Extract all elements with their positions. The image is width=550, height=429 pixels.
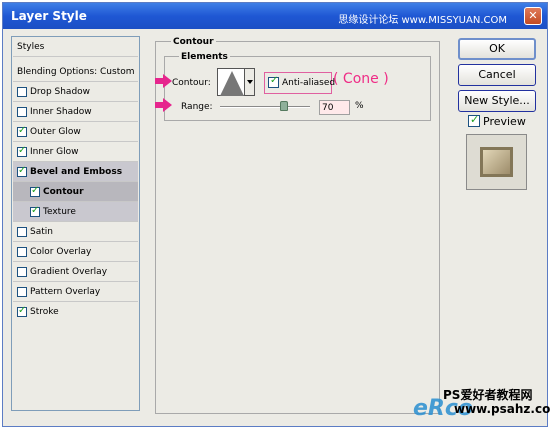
contour-label: Contour: bbox=[172, 78, 211, 88]
title-bar[interactable]: Layer Style 思缘设计论坛 www.MISSYUAN.COM ✕ bbox=[3, 3, 547, 29]
watermark-line1: PS爱好者教程网 bbox=[443, 388, 533, 402]
pattern-overlay-checkbox[interactable] bbox=[17, 287, 27, 297]
list-item-satin[interactable]: Satin bbox=[13, 222, 138, 242]
range-slider-track[interactable] bbox=[220, 106, 310, 108]
list-item-gradient-overlay[interactable]: Gradient Overlay bbox=[13, 262, 138, 282]
cone-contour-icon bbox=[220, 71, 244, 96]
list-item-label: Stroke bbox=[30, 307, 59, 317]
range-input[interactable] bbox=[319, 100, 350, 115]
anti-aliased-label: Anti-aliased bbox=[282, 78, 336, 88]
list-item-contour[interactable]: Contour bbox=[13, 182, 138, 202]
watermark-line2: www.psahz.com bbox=[454, 402, 550, 416]
list-item-styles[interactable]: Styles bbox=[13, 37, 138, 57]
contour-group-title: Contour bbox=[171, 37, 216, 47]
list-item-label: Color Overlay bbox=[30, 247, 92, 257]
list-item-blending-options[interactable]: Blending Options: Custom bbox=[13, 62, 138, 82]
preview-checkbox[interactable] bbox=[468, 113, 480, 127]
inner-glow-checkbox[interactable] bbox=[17, 145, 27, 157]
arrow-icon bbox=[155, 98, 172, 112]
list-item-label: Bevel and Emboss bbox=[30, 167, 123, 177]
list-item-label: Texture bbox=[43, 207, 76, 217]
list-item-label: Satin bbox=[30, 227, 53, 237]
satin-checkbox[interactable] bbox=[17, 227, 27, 237]
list-item-label: Pattern Overlay bbox=[30, 287, 101, 297]
gradient-overlay-checkbox[interactable] bbox=[17, 267, 27, 277]
list-item-label: Inner Shadow bbox=[30, 107, 92, 117]
list-item-bevel-and-emboss[interactable]: Bevel and Emboss bbox=[13, 162, 138, 182]
drop-shadow-checkbox[interactable] bbox=[17, 87, 27, 97]
ok-button[interactable]: OK bbox=[458, 38, 536, 60]
new-style-button[interactable]: New Style... bbox=[458, 90, 536, 112]
style-preview-thumbnail bbox=[466, 134, 527, 190]
stroke-checkbox[interactable] bbox=[17, 305, 27, 317]
inner-shadow-checkbox[interactable] bbox=[17, 107, 27, 117]
list-item-label: Outer Glow bbox=[30, 127, 81, 137]
list-item-label: Contour bbox=[43, 187, 84, 197]
color-overlay-checkbox[interactable] bbox=[17, 247, 27, 257]
styles-list: Styles Blending Options: Custom Drop Sha… bbox=[11, 36, 140, 411]
list-item-label: Inner Glow bbox=[30, 147, 79, 157]
list-item-outer-glow[interactable]: Outer Glow bbox=[13, 122, 138, 142]
list-item-stroke[interactable]: Stroke bbox=[13, 302, 138, 322]
contour-checkbox[interactable] bbox=[30, 185, 40, 197]
cone-annotation: ( Cone ) bbox=[333, 71, 389, 87]
list-item-drop-shadow[interactable]: Drop Shadow bbox=[13, 82, 138, 102]
list-item-inner-glow[interactable]: Inner Glow bbox=[13, 142, 138, 162]
anti-aliased-option[interactable]: Anti-aliased bbox=[264, 72, 336, 94]
preview-label: Preview bbox=[483, 115, 526, 128]
list-item-inner-shadow[interactable]: Inner Shadow bbox=[13, 102, 138, 122]
texture-checkbox[interactable] bbox=[30, 205, 40, 217]
list-item-color-overlay[interactable]: Color Overlay bbox=[13, 242, 138, 262]
anti-aliased-checkbox[interactable] bbox=[268, 75, 279, 88]
close-button[interactable]: ✕ bbox=[524, 7, 542, 25]
list-item-label: Drop Shadow bbox=[30, 87, 91, 97]
arrow-icon bbox=[155, 74, 172, 88]
dialog-title: Layer Style bbox=[11, 9, 87, 23]
list-item-label: Gradient Overlay bbox=[30, 267, 108, 277]
list-item-pattern-overlay[interactable]: Pattern Overlay bbox=[13, 282, 138, 302]
elements-group-title: Elements bbox=[179, 52, 230, 62]
watermark-text: 思缘设计论坛 www.MISSYUAN.COM bbox=[338, 15, 507, 26]
list-item-label: Blending Options: Custom bbox=[17, 67, 135, 77]
contour-dropdown-button[interactable] bbox=[245, 68, 255, 96]
bevel-and-emboss-checkbox[interactable] bbox=[17, 165, 27, 177]
cancel-button[interactable]: Cancel bbox=[458, 64, 536, 86]
range-slider-thumb[interactable] bbox=[280, 101, 288, 111]
range-unit: % bbox=[355, 101, 364, 111]
preview-swatch bbox=[480, 147, 513, 177]
contour-picker[interactable] bbox=[217, 68, 245, 96]
list-item-label: Styles bbox=[17, 42, 45, 52]
outer-glow-checkbox[interactable] bbox=[17, 125, 27, 137]
range-label: Range: bbox=[181, 102, 213, 112]
list-item-texture[interactable]: Texture bbox=[13, 202, 138, 222]
